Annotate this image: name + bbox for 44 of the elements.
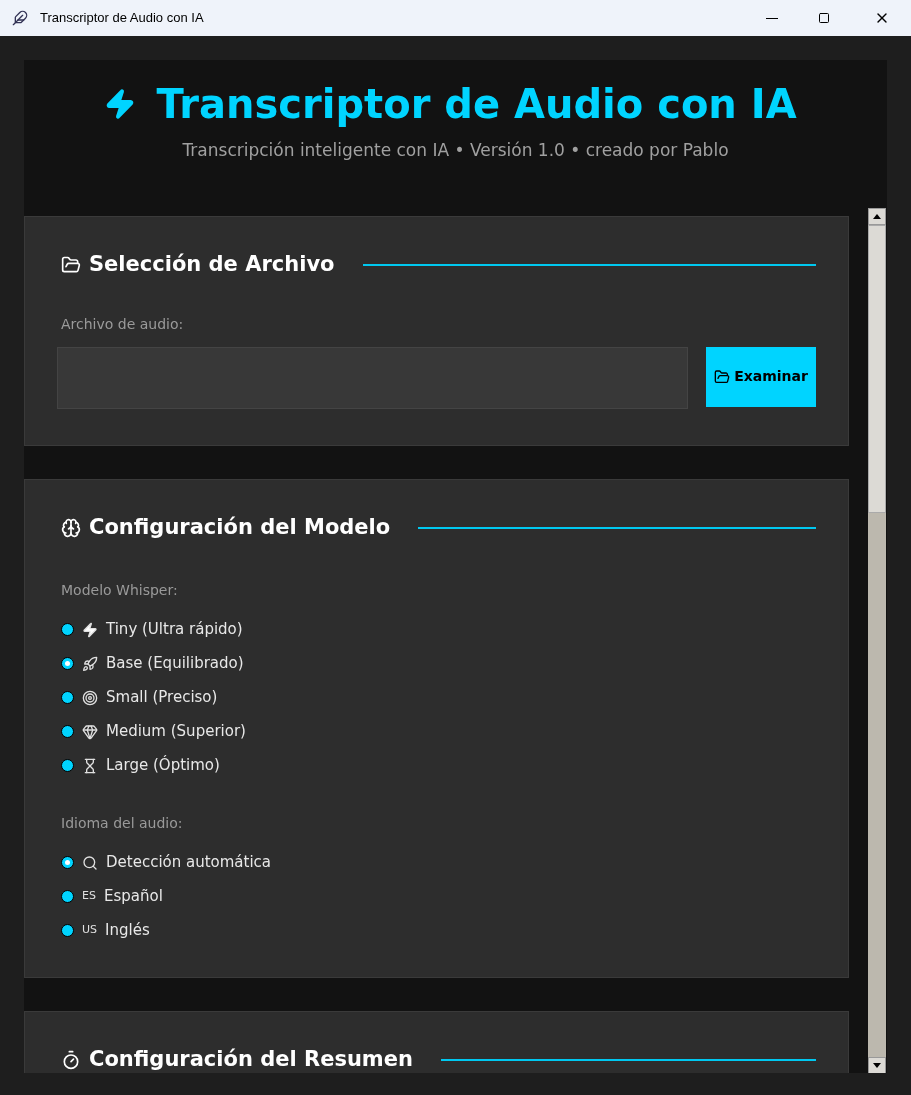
radio-button[interactable] — [61, 691, 74, 704]
radio-label[interactable]: Inglés — [105, 919, 150, 942]
magnifier-icon — [82, 854, 98, 871]
window-title: Transcriptor de Audio con IA — [40, 9, 204, 28]
field-label: Modelo Whisper: — [61, 580, 179, 600]
radio-label[interactable]: Detección automática — [106, 851, 272, 874]
brain-icon — [61, 517, 81, 538]
section-title: Configuración del Resumen — [89, 1046, 413, 1073]
radio-label[interactable]: Tiny (Ultra rápido) — [106, 618, 243, 641]
radio-button[interactable] — [61, 924, 74, 937]
stopwatch-icon — [61, 1049, 81, 1070]
scrollbar[interactable] — [868, 208, 886, 1073]
hourglass-icon — [82, 757, 98, 774]
field-label: Idioma del audio: — [61, 813, 184, 833]
minimize-icon — [766, 17, 778, 19]
radio-button[interactable] — [61, 657, 74, 670]
browse-button[interactable]: Examinar — [706, 346, 816, 407]
app-title: Transcriptor de Audio con IA — [156, 80, 797, 129]
flag-code: ES — [82, 888, 96, 905]
section-title: Configuración del Modelo — [89, 514, 391, 541]
radio-button[interactable] — [61, 759, 74, 772]
folder-icon — [714, 368, 731, 385]
rocket-icon — [82, 655, 98, 672]
radio-button[interactable] — [61, 890, 74, 903]
radio-button[interactable] — [61, 856, 74, 869]
app-subtitle: Transcripción inteligente con IA • Versión 1.0 • creado por Pablo — [182, 139, 729, 162]
bolt-icon — [82, 621, 98, 638]
radio-button[interactable] — [61, 623, 74, 636]
folder-icon — [61, 254, 81, 275]
down-arrow-icon[interactable] — [873, 1063, 881, 1068]
up-arrow-icon[interactable] — [873, 214, 881, 219]
radio-label[interactable]: Small (Preciso) — [106, 686, 218, 709]
gem-icon — [82, 723, 98, 740]
radio-label[interactable]: Base (Equilibrado) — [106, 652, 244, 675]
section-title: Selección de Archivo — [89, 251, 335, 278]
radio-label[interactable]: Español — [103, 885, 163, 908]
radio-button[interactable] — [61, 725, 74, 738]
flag-code: US — [82, 922, 98, 939]
radio-label[interactable]: Medium (Superior) — [106, 720, 246, 743]
feather-icon — [12, 10, 28, 26]
radio-label[interactable]: Large (Óptimo) — [106, 754, 220, 777]
field-label: Archivo de audio: — [61, 314, 185, 334]
target-icon — [82, 689, 98, 706]
maximize-icon — [818, 12, 830, 24]
